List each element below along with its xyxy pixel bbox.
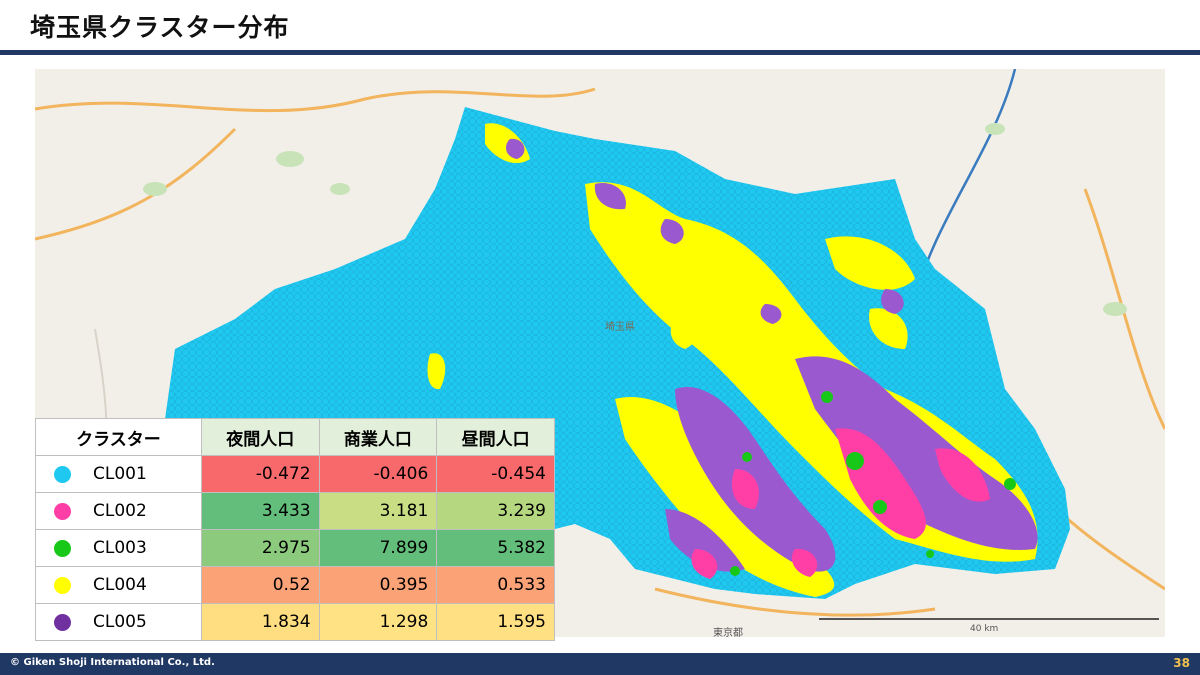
metric-value-cell: 3.181 <box>318 492 438 530</box>
cluster-name: CL004 <box>93 575 147 595</box>
cluster-color-dot <box>54 502 71 520</box>
header-night-population: 夜間人口 <box>200 418 320 456</box>
metric-value-cell: 0.52 <box>200 566 320 604</box>
cluster-stats-table: クラスター 夜間人口 商業人口 昼間人口 CL001 -0.472 -0.406 -0… <box>35 418 555 641</box>
header-cluster: クラスター <box>35 418 202 456</box>
metric-value-cell: 0.395 <box>318 566 438 604</box>
slide-title: 埼玉県クラスター分布 <box>30 13 290 42</box>
prefecture-label: 埼玉県 <box>605 320 635 333</box>
table-row: CL004 0.52 0.395 0.533 <box>35 566 555 604</box>
cluster-name-cell: CL005 <box>35 603 202 641</box>
metric-value-cell: -0.472 <box>200 455 320 493</box>
page-number: 38 <box>1173 656 1190 670</box>
cluster-name: CL005 <box>93 612 147 632</box>
cluster-name: CL001 <box>93 464 147 484</box>
table-row: CL003 2.975 7.899 5.382 <box>35 529 555 567</box>
cluster-color-dot <box>54 613 71 631</box>
copyright-text: © Giken Shoji International Co., Ltd. <box>10 657 215 668</box>
metric-value-cell: -0.406 <box>318 455 438 493</box>
cluster-color-dot <box>54 576 71 594</box>
metric-value-cell: 2.975 <box>200 529 320 567</box>
metric-value-cell: 0.533 <box>436 566 555 604</box>
cluster-name-cell: CL001 <box>35 455 202 493</box>
metric-value-cell: 1.595 <box>436 603 555 641</box>
title-rule <box>0 50 1200 55</box>
metric-value-cell: 1.834 <box>200 603 320 641</box>
footer-bar: © Giken Shoji International Co., Ltd. 38 <box>0 653 1200 675</box>
metric-value-cell: 7.899 <box>318 529 438 567</box>
table-row: CL002 3.433 3.181 3.239 <box>35 492 555 530</box>
metric-value-cell: 3.433 <box>200 492 320 530</box>
metric-value-cell: 3.239 <box>436 492 555 530</box>
header-daytime-population: 昼間人口 <box>436 418 555 456</box>
cluster-name-cell: CL002 <box>35 492 202 530</box>
table-row: CL001 -0.472 -0.406 -0.454 <box>35 455 555 493</box>
cluster-name-cell: CL003 <box>35 529 202 567</box>
cluster-name: CL003 <box>93 538 147 558</box>
table-row: CL005 1.834 1.298 1.595 <box>35 603 555 641</box>
metric-value-cell: 1.298 <box>318 603 438 641</box>
cluster-color-dot <box>54 539 71 557</box>
metric-value-cell: 5.382 <box>436 529 555 567</box>
city-label: 東京都 <box>713 626 743 637</box>
cluster-name: CL002 <box>93 501 147 521</box>
cluster-name-cell: CL004 <box>35 566 202 604</box>
cluster-color-dot <box>54 465 71 483</box>
scale-label: 40 km <box>970 624 998 634</box>
table-header-row: クラスター 夜間人口 商業人口 昼間人口 <box>35 418 555 456</box>
metric-value-cell: -0.454 <box>436 455 555 493</box>
header-commercial-population: 商業人口 <box>318 418 438 456</box>
